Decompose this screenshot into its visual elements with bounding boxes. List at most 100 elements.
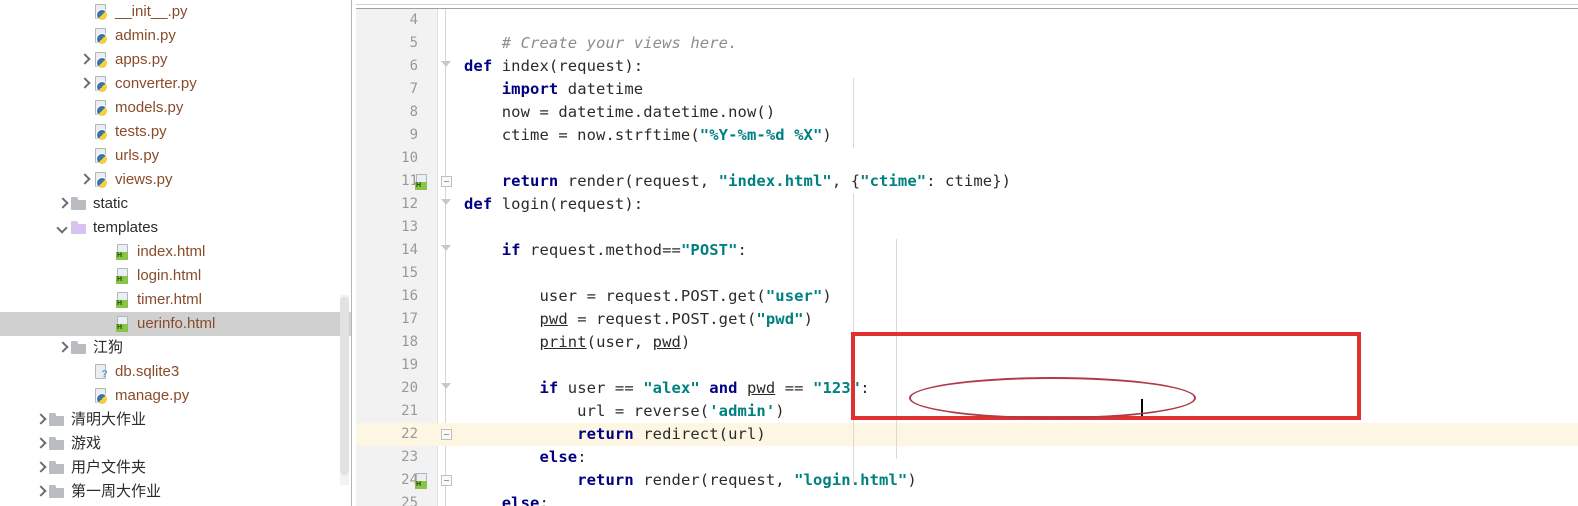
tree-item-tests-py[interactable]: tests.py [0, 120, 352, 144]
panel-divider[interactable] [351, 0, 352, 506]
code-row[interactable]: 4 [356, 9, 1578, 32]
tree-item--[interactable]: 第一周大作业 [0, 480, 352, 504]
tree-item--[interactable]: 清明大作业 [0, 408, 352, 432]
code-editor[interactable]: 4 5 # Create your views here. 6 def index(r… [356, 0, 1578, 506]
code-row[interactable]: 11 return render(request, "index.html", … [356, 170, 1578, 193]
code-fold-marker[interactable] [441, 61, 452, 72]
code-fold-marker[interactable] [441, 199, 452, 210]
tree-item-urls-py[interactable]: urls.py [0, 144, 352, 168]
tree-item-views-py[interactable]: views.py [0, 168, 352, 192]
code-row[interactable]: 16 user = request.POST.get("user") [356, 285, 1578, 308]
chevron-right-icon[interactable] [34, 437, 48, 451]
code-row[interactable]: 15 [356, 262, 1578, 285]
line-number: 9 [409, 127, 418, 143]
project-tree-list[interactable]: __init__.py admin.py apps.py converter.py mo… [0, 0, 352, 504]
html-template-gutter-icon[interactable] [414, 473, 431, 489]
code-row[interactable]: 14 if request.method=="POST": [356, 239, 1578, 262]
tree-item-label: static [93, 195, 129, 212]
code-line-text[interactable]: else: [464, 492, 549, 506]
chevron-right-icon[interactable] [56, 341, 70, 355]
code-row[interactable]: 7 import datetime [356, 78, 1578, 101]
tree-item-templates[interactable]: templates [0, 216, 352, 240]
tree-item--[interactable]: 用户文件夹 [0, 456, 352, 480]
chevron-right-icon[interactable] [78, 77, 92, 91]
code-line-text[interactable]: return render(request, "login.html") [464, 469, 917, 492]
code-row[interactable]: 8 now = datetime.datetime.now() [356, 101, 1578, 124]
tree-item-label: urls.py [115, 147, 160, 164]
tree-item-db-sqlite3[interactable]: db.sqlite3 [0, 360, 352, 384]
chevron-placeholder [78, 125, 92, 139]
tree-item-uerinfo-html[interactable]: uerinfo.html [0, 312, 352, 336]
python-file-icon [92, 147, 110, 165]
tree-item-index-html[interactable]: index.html [0, 240, 352, 264]
folder-icon [70, 339, 88, 357]
code-row[interactable]: 9 ctime = now.strftime("%Y-%m-%d %X") [356, 124, 1578, 147]
tree-item-admin-py[interactable]: admin.py [0, 24, 352, 48]
python-file-icon [92, 51, 110, 69]
chevron-placeholder [100, 293, 114, 307]
python-file-icon [92, 171, 110, 189]
code-row[interactable]: 25 else: [356, 492, 1578, 506]
code-row[interactable]: 19 [356, 354, 1578, 377]
project-tree-panel[interactable]: __init__.py admin.py apps.py converter.py mo… [0, 0, 352, 506]
tree-item--[interactable]: 江狗 [0, 336, 352, 360]
chevron-right-icon[interactable] [78, 53, 92, 67]
code-row[interactable]: 22 return redirect(url) [356, 423, 1578, 446]
chevron-right-icon[interactable] [34, 461, 48, 475]
code-fold-marker[interactable] [441, 429, 452, 440]
sidebar-scrollbar-thumb[interactable] [340, 297, 349, 475]
code-line-text[interactable]: else: [464, 446, 587, 469]
tree-item-apps-py[interactable]: apps.py [0, 48, 352, 72]
code-line-text[interactable]: user = request.POST.get("user") [464, 285, 832, 308]
code-line-text[interactable]: # Create your views here. [464, 32, 738, 55]
html-file-icon [114, 291, 132, 309]
code-row[interactable]: 13 [356, 216, 1578, 239]
chevron-right-icon[interactable] [78, 173, 92, 187]
code-fold-marker[interactable] [441, 475, 452, 486]
code-row[interactable]: 24 return render(request, "login.html") [356, 469, 1578, 492]
folder-icon [48, 483, 66, 501]
code-row[interactable]: 12 def login(request): [356, 193, 1578, 216]
code-line-text[interactable]: return redirect(url) [464, 423, 766, 446]
line-number: 18 [401, 334, 418, 350]
code-line-text[interactable]: ctime = now.strftime("%Y-%m-%d %X") [464, 124, 832, 147]
code-row[interactable]: 5 # Create your views here. [356, 32, 1578, 55]
code-fold-marker[interactable] [441, 176, 452, 187]
code-row[interactable]: 17 pwd = request.POST.get("pwd") [356, 308, 1578, 331]
code-fold-marker[interactable] [441, 245, 452, 256]
line-number: 21 [401, 403, 418, 419]
code-line-text[interactable]: def index(request): [464, 55, 643, 78]
tree-item-timer-html[interactable]: timer.html [0, 288, 352, 312]
code-line-text[interactable]: url = reverse('admin') [464, 400, 785, 423]
code-line-text[interactable]: import datetime [464, 78, 643, 101]
code-fold-marker[interactable] [441, 383, 452, 394]
code-line-text[interactable]: if request.method=="POST": [464, 239, 747, 262]
tree-item-static[interactable]: static [0, 192, 352, 216]
code-row[interactable]: 10 [356, 147, 1578, 170]
tree-item--[interactable]: 游戏 [0, 432, 352, 456]
code-line-text[interactable]: now = datetime.datetime.now() [464, 101, 775, 124]
chevron-down-icon[interactable] [56, 221, 70, 235]
code-row[interactable]: 20 if user == "alex" and pwd == "123": [356, 377, 1578, 400]
code-row[interactable]: 6 def index(request): [356, 55, 1578, 78]
code-row[interactable]: 18 print(user, pwd) [356, 331, 1578, 354]
code-row[interactable]: 23 else: [356, 446, 1578, 469]
tree-item-converter-py[interactable]: converter.py [0, 72, 352, 96]
chevron-right-icon[interactable] [34, 485, 48, 499]
html-template-gutter-icon[interactable] [414, 174, 431, 190]
code-row[interactable]: 21 url = reverse('admin') [356, 400, 1578, 423]
chevron-placeholder [78, 29, 92, 43]
tree-item--init-py[interactable]: __init__.py [0, 0, 352, 24]
code-line-text[interactable]: return render(request, "index.html", {"c… [464, 170, 1011, 193]
indent-guide [853, 193, 854, 483]
tree-item-login-html[interactable]: login.html [0, 264, 352, 288]
code-line-text[interactable]: pwd = request.POST.get("pwd") [464, 308, 813, 331]
tree-item-models-py[interactable]: models.py [0, 96, 352, 120]
line-number: 14 [401, 242, 418, 258]
chevron-right-icon[interactable] [34, 413, 48, 427]
code-line-text[interactable]: def login(request): [464, 193, 643, 216]
chevron-right-icon[interactable] [56, 197, 70, 211]
code-line-text[interactable]: if user == "alex" and pwd == "123": [464, 377, 870, 400]
tree-item-manage-py[interactable]: manage.py [0, 384, 352, 408]
code-line-text[interactable]: print(user, pwd) [464, 331, 690, 354]
